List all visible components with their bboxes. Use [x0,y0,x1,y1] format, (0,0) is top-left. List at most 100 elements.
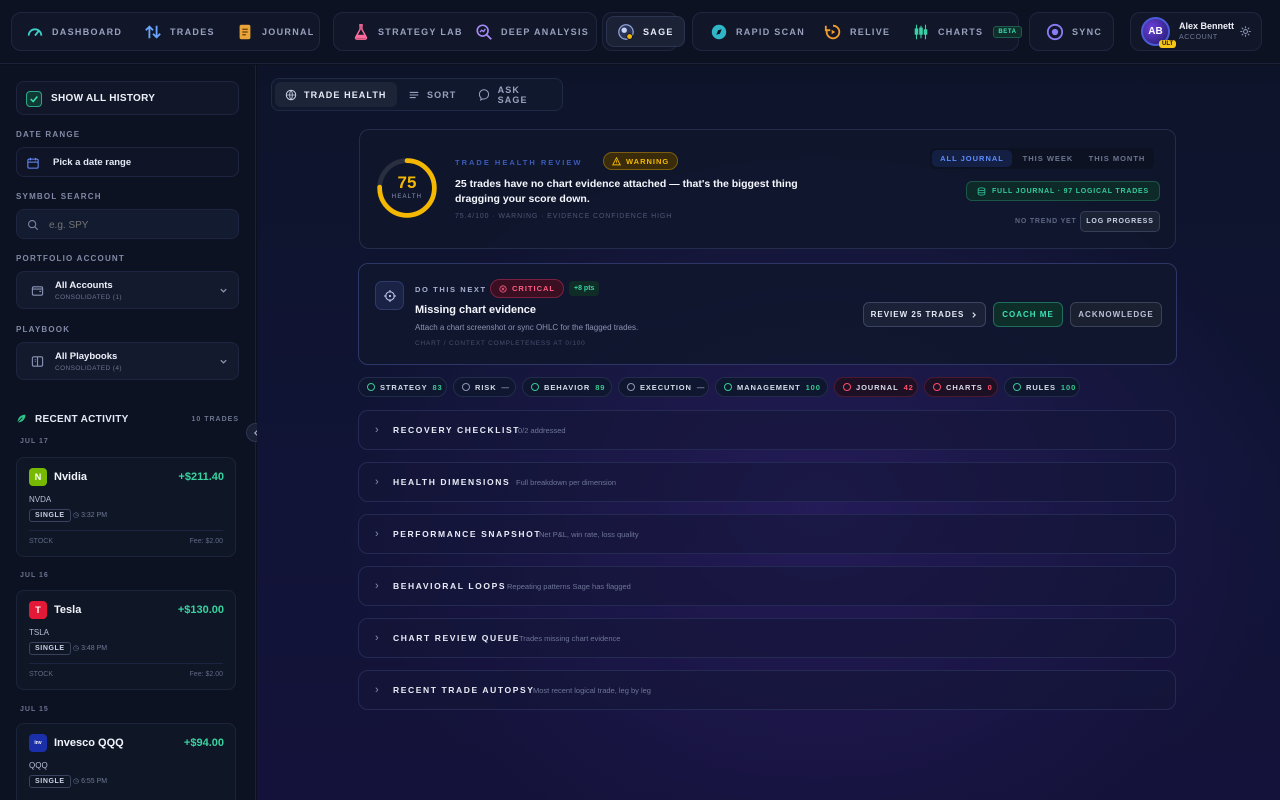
trade-pnl: +$94.00 [183,737,224,749]
trade-name: Tesla [54,604,82,616]
nav-rapid-scan[interactable]: Rapid Scan [710,13,805,50]
divider [29,663,223,664]
nav-strategy-lab-label: Strategy Lab [378,26,463,37]
collapsible-section[interactable]: › RECOVERY CHECKLIST 0/2 addressed [358,410,1176,450]
dimension-value: — [696,382,706,392]
nav-strategy-lab[interactable]: Strategy Lab [352,13,463,50]
gear-icon[interactable] [1239,25,1252,38]
dimension-chip-rules[interactable]: RULES 100 [1004,377,1080,397]
collapsible-section[interactable]: › BEHAVIORAL LOOPS Repeating patterns Sage… [358,566,1176,606]
nav-charts-label: Charts [938,26,984,37]
trade-card[interactable]: T Tesla +$130.00 TSLA SINGLE ◷ 3:48 PM S… [16,590,236,690]
warning-icon [612,156,621,165]
tab-trade-health-label: TRADE HEALTH [304,89,387,100]
notebook-icon [239,24,251,39]
coach-me-button[interactable]: COACH ME [993,302,1063,327]
dimension-chip-execution[interactable]: EXECUTION — [618,377,709,397]
dimension-value: 0 [987,382,993,392]
playbook-label: PLAYBOOK [16,325,71,334]
dimension-chip-management[interactable]: MANAGEMENT 100 [715,377,828,397]
show-history-toggle[interactable]: SHOW ALL HISTORY [16,81,239,115]
chevron-right-icon: › [375,632,379,644]
section-title: HEALTH DIMENSIONS [393,477,511,487]
period-tab-this-month[interactable]: THIS MONTH [1082,150,1152,167]
calendar-icon [27,157,39,169]
playbook-value: All Playbooks [55,351,118,362]
nav-sage[interactable]: Sage [606,16,685,47]
nav-journal[interactable]: Journal [236,13,315,50]
dimension-chip-strategy[interactable]: STRATEGY 83 [358,377,447,397]
trade-type-badge: SINGLE [29,509,71,522]
dimension-value: 83 [432,382,443,392]
sage-orb-icon [618,23,634,40]
next-action-desc: Attach a chart screenshot or sync OHLC f… [415,323,639,332]
dimension-chip-charts[interactable]: CHARTS 0 [924,377,998,397]
trade-time-value: 3:48 PM [81,645,108,652]
chevron-down-icon [220,359,227,364]
status-badge-label: WARNING [626,156,670,166]
dimension-chip-behavior[interactable]: BEHAVIOR 89 [522,377,612,397]
leaf-icon [17,414,26,423]
trade-pnl: +$211.40 [178,471,224,483]
tab-ask-sage[interactable]: ASK SAGE [469,82,562,107]
acknowledge-button[interactable]: ACKNOWLEDGE [1070,302,1162,327]
day-label: JUL 17 [20,438,49,445]
period-tab-all-journal[interactable]: ALL JOURNAL [932,150,1012,167]
dimension-label: RISK [475,382,497,392]
nav-sync-label: Sync [1072,26,1103,37]
nav-charts[interactable]: Charts BETA [912,13,1022,50]
checkbox-checked-icon[interactable] [26,91,42,107]
trade-card[interactable]: inv Invesco QQQ +$94.00 QQQ SINGLE ◷ 6:5… [16,723,236,800]
nav-group-tools: Rapid Scan Relive Charts BETA [692,12,1022,51]
dimension-chip-risk[interactable]: RISK — [453,377,516,397]
dimension-chip-journal[interactable]: JOURNAL 42 [834,377,918,397]
trade-card[interactable]: N Nvidia +$211.40 NVDA SINGLE ◷ 3:32 PM … [16,457,236,557]
tab-sort-label: SORT [427,89,457,100]
tab-trade-health[interactable]: TRADE HEALTH [275,82,397,107]
dimension-value: 89 [595,382,606,392]
nav-dashboard-label: Dashboard [52,26,123,37]
nav-sync[interactable]: Sync [1046,13,1102,50]
day-label: JUL 16 [20,572,49,579]
nav-group-core: Dashboard Trades Journal [11,12,320,51]
nav-relive[interactable]: Relive [824,13,890,50]
tab-sort[interactable]: SORT [398,82,466,107]
trade-type-badge: SINGLE [29,775,71,788]
symbol-search-box[interactable] [16,209,239,239]
journal-scope-label: FULL JOURNAL · 97 LOGICAL TRADES [991,187,1149,195]
health-meta: 75.4/100 · WARNING · EVIDENCE CONFIDENCE… [455,213,673,220]
user-name: Alex Bennett [1179,21,1235,31]
status-dot-icon [724,383,732,391]
dimension-value: 42 [903,382,914,392]
flask-icon [354,23,368,40]
collapsible-section[interactable]: › RECENT TRADE AUTOPSY Most recent logical… [358,670,1176,710]
do-this-next-label: DO THIS NEXT [415,285,487,294]
portfolio-select[interactable]: All Accounts CONSOLIDATED (1) [16,271,239,309]
user-menu[interactable]: AB ULT Alex Bennett ACCOUNT [1130,12,1262,51]
search-icon [27,219,39,231]
date-range-picker[interactable]: Pick a date range [16,147,239,177]
playbook-select[interactable]: All Playbooks CONSOLIDATED (4) [16,342,239,380]
nav-dashboard[interactable]: Dashboard [26,13,122,50]
journal-scope-pill[interactable]: FULL JOURNAL · 97 LOGICAL TRADES [965,181,1160,201]
symbol-search-input[interactable] [49,216,229,234]
trend-status: NO TREND YET [1015,218,1077,225]
collapsible-section[interactable]: › CHART REVIEW QUEUE Trades missing chart … [358,618,1176,658]
dimension-value: 100 [1060,382,1077,392]
trade-time: ◷ 6:55 PM [73,777,107,785]
chevron-right-icon: › [375,476,379,488]
health-headline: 25 trades have no chart evidence attache… [455,178,798,205]
log-progress-button[interactable]: LOG PROGRESS [1080,211,1160,232]
tesla-logo-icon: T [29,601,47,619]
review-trades-button[interactable]: REVIEW 25 TRADES [863,302,986,327]
period-tab-this-week[interactable]: THIS WEEK [1018,150,1078,167]
chat-bubble-icon [479,88,489,101]
trade-symbol: QQQ [29,761,48,770]
collapsible-section[interactable]: › PERFORMANCE SNAPSHOT Net P&L, win rate, … [358,514,1176,554]
nav-deep-analysis[interactable]: Deep Analysis [475,13,589,50]
section-subtitle: Most recent logical trade, leg by leg [533,686,651,695]
section-title: RECOVERY CHECKLIST [393,425,521,435]
collapsible-section[interactable]: › HEALTH DIMENSIONS Full breakdown per dim… [358,462,1176,502]
section-subtitle: Net P&L, win rate, loss quality [539,530,639,539]
nav-trades[interactable]: Trades [144,13,215,50]
